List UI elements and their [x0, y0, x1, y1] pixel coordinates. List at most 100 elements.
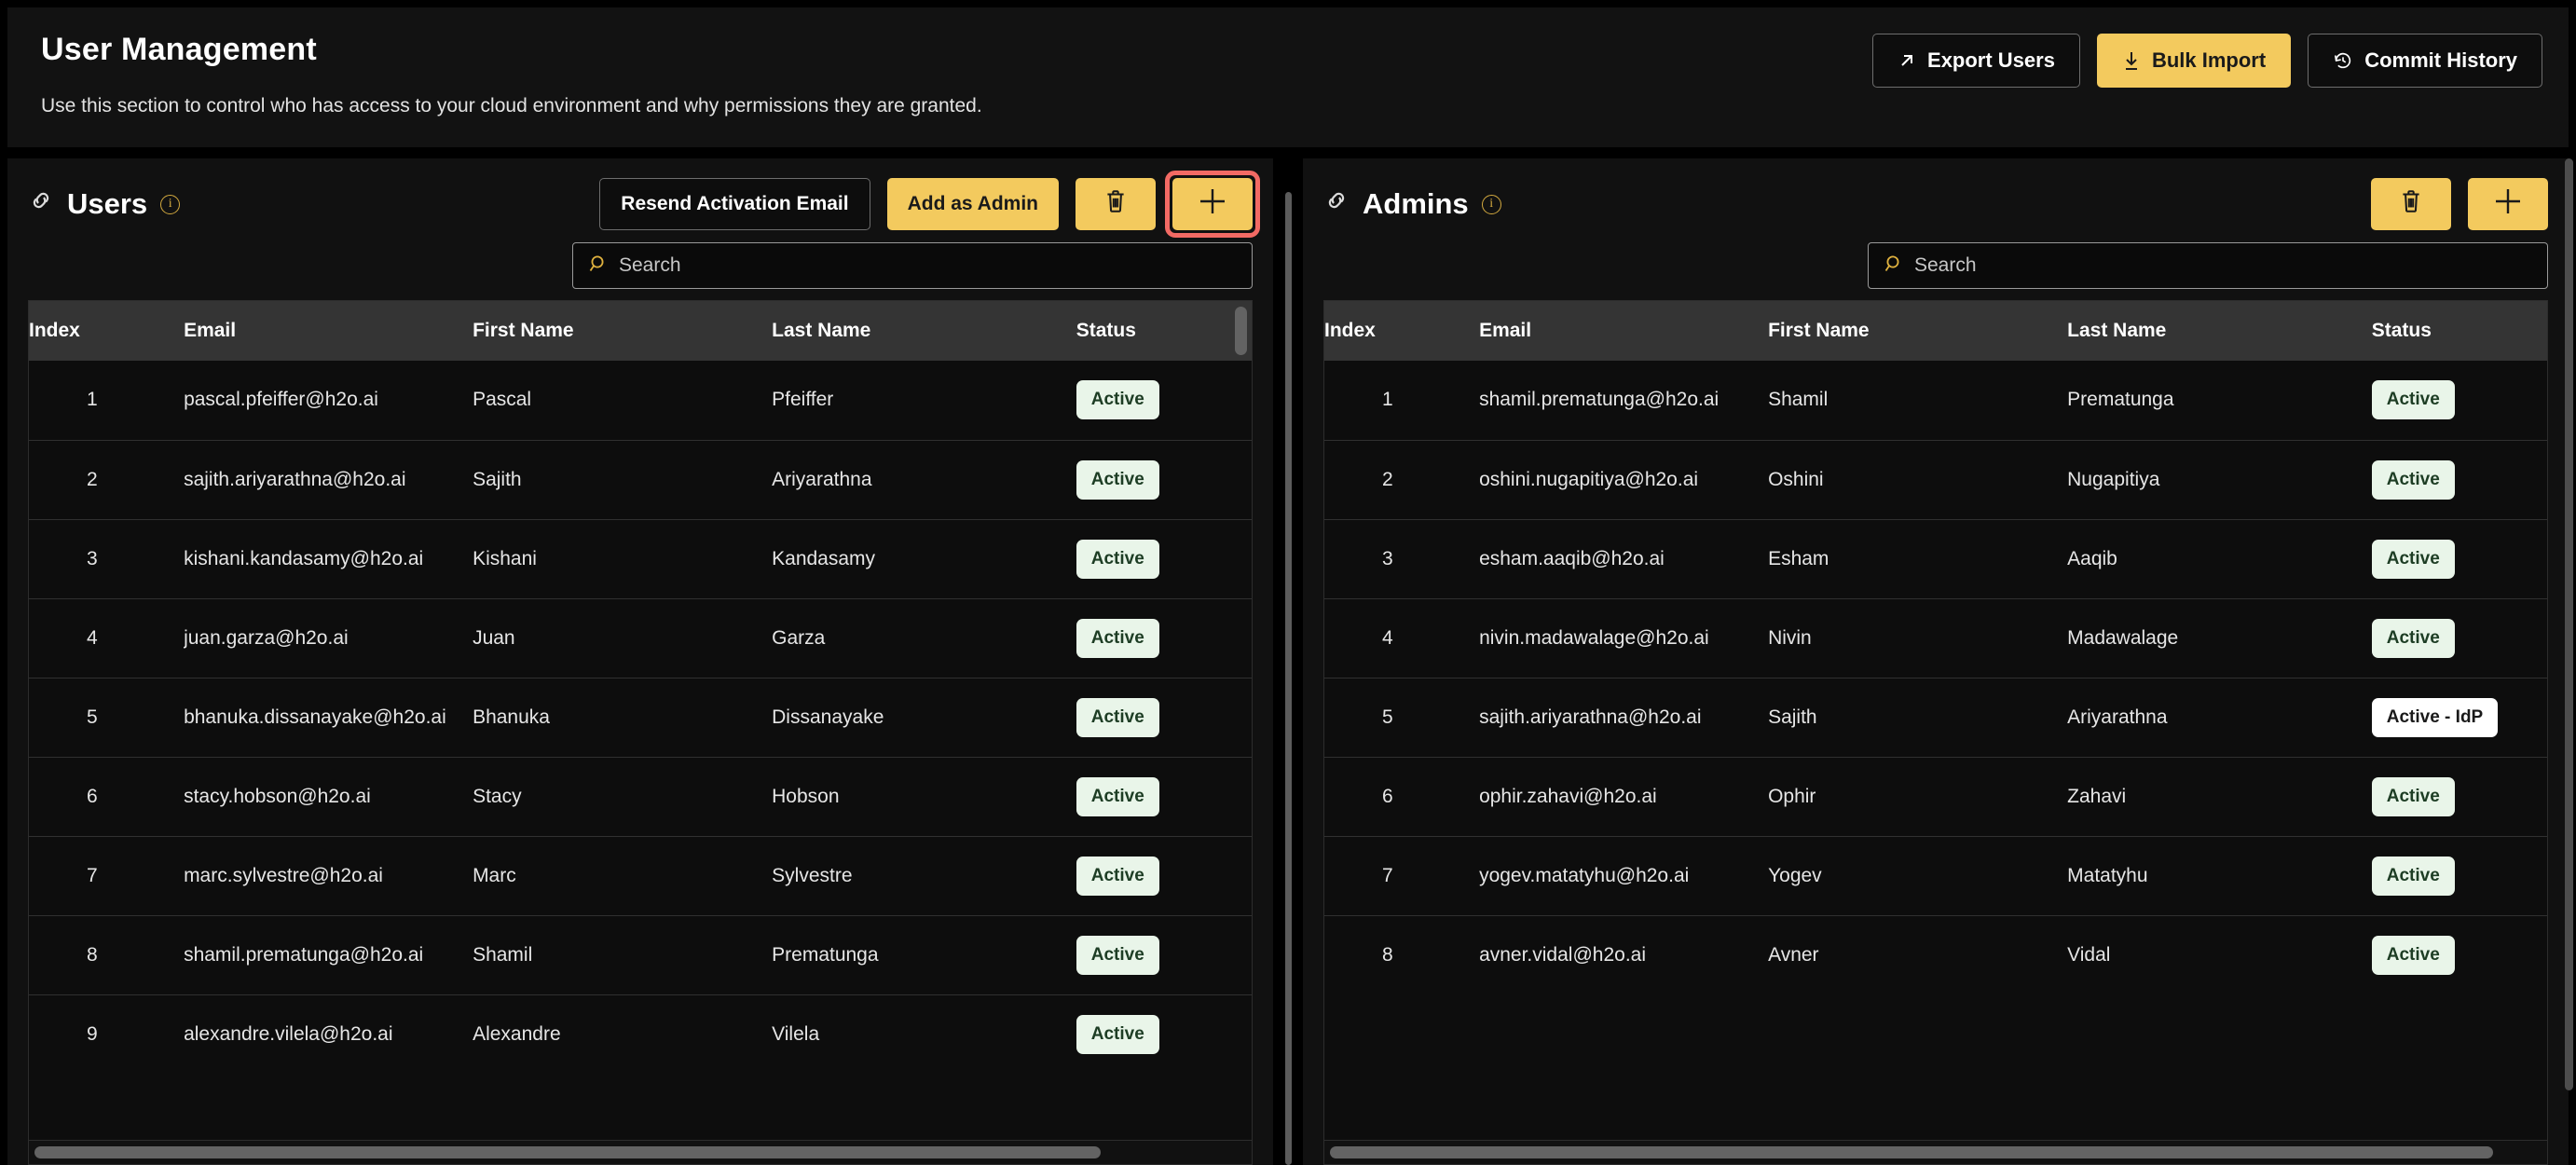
splitter-grip[interactable] — [1284, 192, 1292, 1165]
history-clock-icon — [2333, 50, 2353, 71]
users-delete-wrap — [1076, 178, 1156, 230]
col-last-name[interactable]: Last Name — [772, 301, 1076, 361]
table-row[interactable]: 1 shamil.prematunga@h2o.ai Shamil Prematung… — [1324, 361, 2547, 440]
status-badge: Active — [2371, 459, 2455, 500]
col-email[interactable]: Email — [184, 301, 473, 361]
cell-index: 3 — [1324, 518, 1480, 598]
cell-first-name: Yogev — [1768, 835, 2068, 915]
table-row[interactable]: 8 avner.vidal@h2o.ai Avner Vidal Active — [1324, 914, 2547, 994]
cell-first-name: Bhanuka — [473, 677, 773, 757]
admins-table-wrap: Index Email First Name Last Name Status … — [1323, 300, 2548, 1165]
table-row[interactable]: 6 ophir.zahavi@h2o.ai Ophir Zahavi Active — [1324, 756, 2547, 836]
users-horizontal-scrollbar[interactable] — [29, 1140, 1252, 1164]
info-circle-icon[interactable]: i — [1481, 194, 1501, 214]
admins-table: Index Email First Name Last Name Status … — [1324, 301, 2547, 994]
table-row[interactable]: 2 sajith.ariyarathna@h2o.ai Sajith Ariyarat… — [29, 439, 1252, 519]
cell-last-name: Prematunga — [2067, 389, 2174, 411]
table-row[interactable]: 6 stacy.hobson@h2o.ai Stacy Hobson Active — [29, 756, 1252, 836]
cell-first-name: Sajith — [473, 439, 773, 519]
export-users-button[interactable]: Export Users — [1872, 34, 2080, 88]
status-badge: Active — [1076, 856, 1159, 896]
status-badge: Active — [1076, 459, 1159, 500]
admins-panel-title: Admins i — [1323, 187, 1501, 221]
page-subtitle: Use this section to control who has acce… — [41, 95, 982, 116]
users-vertical-scrollbar[interactable] — [1235, 307, 1247, 355]
table-row[interactable]: 5 bhanuka.dissanayake@h2o.ai Bhanuka Dissan… — [29, 677, 1252, 757]
add-admin-button[interactable] — [2468, 178, 2548, 230]
cell-index: 8 — [1324, 914, 1480, 994]
cell-email: alexandre.vilela@h2o.ai — [184, 994, 473, 1074]
col-index[interactable]: Index — [1324, 301, 1480, 361]
users-hscroll-thumb[interactable] — [34, 1146, 1101, 1158]
users-panel-buttons: Resend Activation Email Add as Admin — [599, 171, 1260, 238]
panel-splitter[interactable] — [1273, 158, 1303, 1165]
delete-admins-button[interactable] — [2371, 178, 2451, 230]
cell-last-name: Ariyarathna — [2067, 677, 2372, 757]
cell-email: pascal.pfeiffer@h2o.ai — [184, 389, 378, 411]
cell-email: marc.sylvestre@h2o.ai — [184, 835, 473, 915]
cell-first-name: Pascal — [473, 389, 532, 411]
col-status[interactable]: Status — [1076, 301, 1252, 361]
col-index[interactable]: Index — [29, 301, 185, 361]
table-row[interactable]: 4 juan.garza@h2o.ai Juan Garza Active — [29, 597, 1252, 678]
col-first-name[interactable]: First Name — [1768, 301, 2068, 361]
table-row[interactable]: 5 sajith.ariyarathna@h2o.ai Sajith Ariyarat… — [1324, 677, 2547, 757]
info-circle-icon[interactable]: i — [160, 194, 181, 214]
admins-hscroll-thumb[interactable] — [1330, 1146, 2493, 1158]
resend-activation-email-button[interactable]: Resend Activation Email — [599, 178, 870, 230]
cell-first-name: Kishani — [473, 518, 773, 598]
add-as-admin-button[interactable]: Add as Admin — [886, 178, 1059, 230]
cell-last-name: Garza — [772, 597, 1076, 678]
cell-first-name: Shamil — [1768, 389, 1829, 411]
admins-horizontal-scrollbar[interactable] — [1324, 1140, 2547, 1164]
status-badge: Active — [1076, 618, 1159, 658]
status-badge: Active — [2371, 380, 2455, 420]
col-email[interactable]: Email — [1479, 301, 1769, 361]
commit-history-button[interactable]: Commit History — [2308, 34, 2542, 88]
table-row[interactable]: 9 alexandre.vilela@h2o.ai Alexandre Vilela A… — [29, 994, 1252, 1074]
bulk-import-button[interactable]: Bulk Import — [2096, 34, 2292, 88]
col-last-name[interactable]: Last Name — [2067, 301, 2372, 361]
admins-table-body: 1 shamil.prematunga@h2o.ai Shamil Prematung… — [1324, 361, 2547, 994]
admins-search-input[interactable]: Search — [1868, 242, 2548, 289]
table-row[interactable]: 2 oshini.nugapitiya@h2o.ai Oshini Nugapitiy… — [1324, 439, 2547, 519]
admins-delete-wrap — [2371, 178, 2451, 230]
cell-email: avner.vidal@h2o.ai — [1479, 914, 1769, 994]
cell-first-name: Nivin — [1768, 597, 2068, 678]
page-header: User Management Use this section to cont… — [7, 7, 2569, 147]
add-as-admin-wrap: Add as Admin — [886, 178, 1059, 230]
page-vertical-scrollbar[interactable] — [2565, 158, 2573, 1090]
cell-last-name: Kandasamy — [772, 518, 1076, 598]
trash-icon — [2399, 188, 2423, 220]
cell-email: sajith.ariyarathna@h2o.ai — [1479, 677, 1769, 757]
admins-table-header-row: Index Email First Name Last Name Status — [1324, 301, 2547, 361]
status-badge: Active — [1076, 539, 1159, 579]
cell-first-name: Oshini — [1768, 439, 2068, 519]
users-search-input[interactable]: Search — [572, 242, 1253, 289]
table-row[interactable]: 4 nivin.madawalage@h2o.ai Nivin Madawalage A… — [1324, 597, 2547, 678]
plus-icon — [2492, 185, 2524, 223]
status-badge: Active — [1076, 697, 1159, 737]
add-admin-wrap — [2468, 178, 2548, 230]
table-row[interactable]: 7 marc.sylvestre@h2o.ai Marc Sylvestre Activ… — [29, 835, 1252, 915]
cell-index: 4 — [1324, 597, 1480, 678]
cell-email: shamil.prematunga@h2o.ai — [1479, 389, 1720, 411]
col-first-name[interactable]: First Name — [473, 301, 773, 361]
add-user-button[interactable] — [1172, 178, 1253, 230]
status-badge: Active - IdP — [2371, 697, 2499, 737]
table-row[interactable]: 3 esham.aaqib@h2o.ai Esham Aaqib Active — [1324, 518, 2547, 598]
cell-email: nivin.madawalage@h2o.ai — [1479, 597, 1769, 678]
cell-last-name: Hobson — [772, 756, 1076, 836]
cell-email: oshini.nugapitiya@h2o.ai — [1479, 439, 1769, 519]
table-row[interactable]: 3 kishani.kandasamy@h2o.ai Kishani Kandasam… — [29, 518, 1252, 598]
col-status[interactable]: Status — [2371, 301, 2547, 361]
table-row[interactable]: 8 shamil.prematunga@h2o.ai Shamil Prematung… — [29, 914, 1252, 994]
cell-status: Active — [2371, 439, 2547, 519]
users-table-body: 1 pascal.pfeiffer@h2o.ai Pascal Pfeiffer Act… — [29, 361, 1252, 1074]
delete-users-button[interactable] — [1076, 178, 1156, 230]
table-row[interactable]: 1 pascal.pfeiffer@h2o.ai Pascal Pfeiffer Act… — [29, 361, 1252, 440]
table-row[interactable]: 7 yogev.matatyhu@h2o.ai Yogev Matatyhu Activ… — [1324, 835, 2547, 915]
admins-search-row: Search — [1323, 242, 2548, 289]
cell-status: Active — [1076, 677, 1252, 757]
panels-container: Users i Resend Activation Email Add as A… — [7, 147, 2569, 1165]
